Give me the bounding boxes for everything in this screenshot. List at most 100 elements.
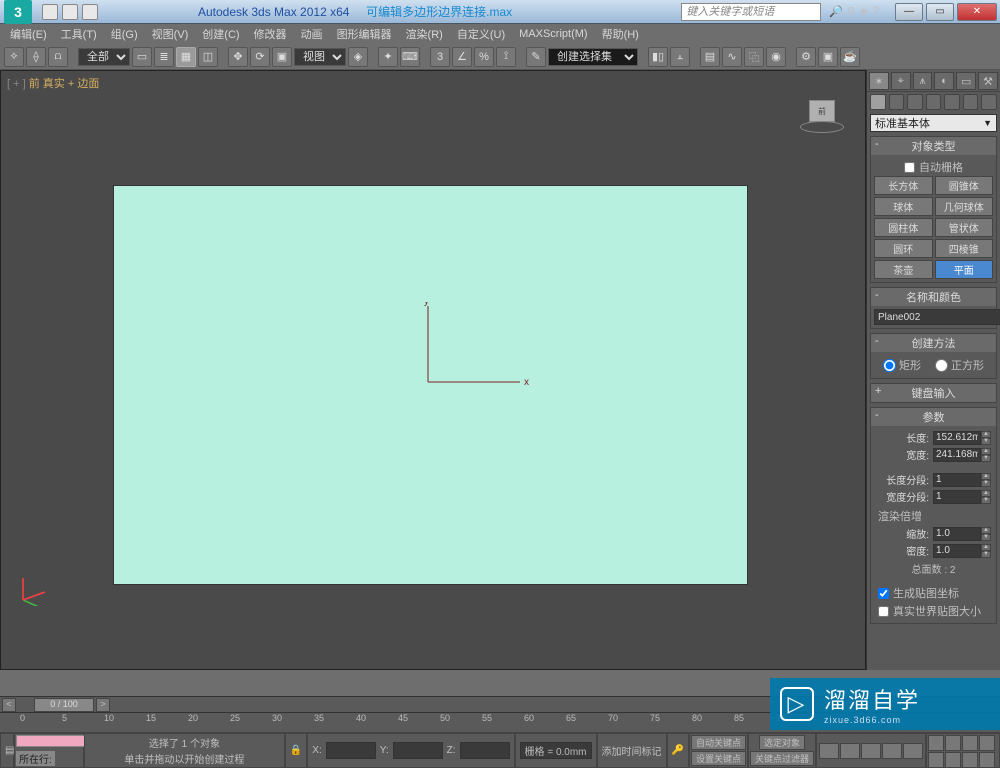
x-input[interactable]	[326, 742, 376, 759]
vp-view-name[interactable]: 前	[29, 78, 40, 90]
subtab-spacewarps[interactable]	[963, 94, 979, 110]
realworld-checkbox[interactable]	[878, 606, 889, 617]
menu-graph-editors[interactable]: 图形编辑器	[337, 26, 392, 42]
viewport-label[interactable]: [ + ] 前 真实 + 边面	[7, 75, 99, 91]
auto-key-button[interactable]: 自动关键点	[691, 735, 746, 750]
render-setup-icon[interactable]: ⚙	[796, 47, 816, 67]
z-input[interactable]	[460, 742, 510, 759]
region-zoom-icon[interactable]	[979, 752, 995, 768]
width-down[interactable]: ▼	[981, 455, 991, 462]
tab-hierarchy[interactable]: ⩚	[913, 72, 933, 90]
zoom-extents-icon[interactable]	[928, 752, 944, 768]
unlink-icon[interactable]: ⟠	[26, 47, 46, 67]
link-icon[interactable]: ⟡	[4, 47, 24, 67]
length-up[interactable]: ▲	[981, 431, 991, 438]
plane-object[interactable]: y x	[113, 185, 748, 585]
menu-group[interactable]: 组(G)	[111, 26, 138, 42]
object-name-input[interactable]	[874, 309, 1000, 325]
binoculars-icon[interactable]: 🔎	[829, 5, 843, 18]
menu-customize[interactable]: 自定义(U)	[457, 26, 505, 42]
viewcube[interactable]: 前	[799, 91, 845, 131]
prim-teapot[interactable]: 茶壶	[874, 260, 933, 279]
width-up[interactable]: ▲	[981, 448, 991, 455]
move-icon[interactable]: ✥	[228, 47, 248, 67]
material-editor-icon[interactable]: ◉	[766, 47, 786, 67]
keymode-icon[interactable]: ⌨	[400, 47, 420, 67]
length-input[interactable]	[933, 431, 981, 445]
window-crossing-icon[interactable]: ◫	[198, 47, 218, 67]
viewcube-ring[interactable]	[800, 121, 844, 133]
menu-views[interactable]: 视图(V)	[152, 26, 189, 42]
spinner-snap-icon[interactable]: ⟟	[496, 47, 516, 67]
subtab-helpers[interactable]	[944, 94, 960, 110]
subtab-lights[interactable]	[907, 94, 923, 110]
tab-create[interactable]: ✶	[869, 72, 889, 90]
max-toggle-icon[interactable]	[962, 752, 978, 768]
qat-link[interactable]	[82, 4, 98, 20]
rollout-head-name-color[interactable]: -名称和颜色	[871, 288, 996, 306]
fov-icon[interactable]	[979, 735, 995, 751]
prim-box[interactable]: 长方体	[874, 176, 933, 195]
wseg-input[interactable]	[933, 490, 981, 504]
named-sel-set[interactable]: 创建选择集	[548, 48, 638, 66]
key-filters[interactable]: 关键点过滤器	[750, 751, 814, 766]
minimize-button[interactable]: —	[895, 3, 923, 21]
select-icon[interactable]: ▭	[132, 47, 152, 67]
menu-maxscript[interactable]: MAXScript(M)	[519, 28, 587, 40]
subtab-systems[interactable]	[981, 94, 997, 110]
vp-menu-plus[interactable]: [ + ]	[7, 78, 26, 90]
add-time-tag[interactable]: 添加时间标记	[597, 733, 667, 768]
qat-undo[interactable]	[42, 4, 58, 20]
transform-gizmo[interactable]: y x	[424, 302, 544, 402]
lseg-input[interactable]	[933, 473, 981, 487]
goto-end-icon[interactable]	[903, 743, 923, 759]
prim-sphere[interactable]: 球体	[874, 197, 933, 216]
maximize-button[interactable]: ▭	[926, 3, 954, 21]
radio-rectangle[interactable]	[883, 359, 896, 372]
pivot-icon[interactable]: ◈	[348, 47, 368, 67]
tab-motion[interactable]: ◐	[934, 72, 954, 90]
close-button[interactable]: ✕	[957, 3, 997, 21]
time-next[interactable]: >	[96, 698, 110, 712]
orbit-icon[interactable]	[945, 752, 961, 768]
tab-utilities[interactable]: ⚒	[978, 72, 998, 90]
tab-modify[interactable]: ⌖	[891, 72, 911, 90]
radio-square[interactable]	[935, 359, 948, 372]
y-input[interactable]	[393, 742, 443, 759]
scale-input[interactable]	[933, 527, 981, 541]
time-prev[interactable]: <	[2, 698, 16, 712]
prim-tube[interactable]: 管状体	[935, 218, 994, 237]
script-input[interactable]	[16, 735, 86, 747]
schematic-icon[interactable]: ⿻	[744, 47, 764, 67]
rendered-frame-icon[interactable]: ▣	[818, 47, 838, 67]
percent-snap-icon[interactable]: %	[474, 47, 494, 67]
star-icon[interactable]: ★	[859, 5, 869, 18]
selection-filter[interactable]: 全部	[78, 48, 130, 66]
selected-set[interactable]: 选定对象	[759, 735, 805, 750]
viewport[interactable]: y x [ + ] 前 真实 + 边面 前	[0, 70, 866, 670]
zoom-all-icon[interactable]	[962, 735, 978, 751]
menu-create[interactable]: 创建(C)	[202, 26, 239, 42]
subtab-cameras[interactable]	[926, 94, 942, 110]
set-key-button[interactable]: 设置关键点	[691, 751, 746, 766]
goto-start-icon[interactable]	[819, 743, 839, 759]
width-input[interactable]	[933, 448, 981, 462]
pan-icon[interactable]	[928, 735, 944, 751]
lock-selection-icon[interactable]: 🔒	[285, 733, 307, 768]
menu-animation[interactable]: 动画	[301, 26, 323, 42]
menu-modifiers[interactable]: 修改器	[254, 26, 287, 42]
play-icon[interactable]	[861, 743, 881, 759]
render-icon[interactable]: ☕	[840, 47, 860, 67]
align-icon[interactable]: ⫠	[670, 47, 690, 67]
prim-cylinder[interactable]: 圆柱体	[874, 218, 933, 237]
prev-frame-icon[interactable]	[840, 743, 860, 759]
vp-shade-mode[interactable]: 真实 + 边面	[43, 78, 100, 90]
key-icon[interactable]: ⚲	[847, 5, 855, 18]
density-input[interactable]	[933, 544, 981, 558]
auto-grid-checkbox[interactable]	[904, 162, 915, 173]
maxscript-mini-icon[interactable]: ▤	[0, 733, 14, 768]
curve-editor-icon[interactable]: ∿	[722, 47, 742, 67]
rollout-head-params[interactable]: -参数	[871, 408, 996, 426]
select-region-icon[interactable]: ▦	[176, 47, 196, 67]
time-tag-key-icon[interactable]: 🔑	[667, 733, 689, 768]
